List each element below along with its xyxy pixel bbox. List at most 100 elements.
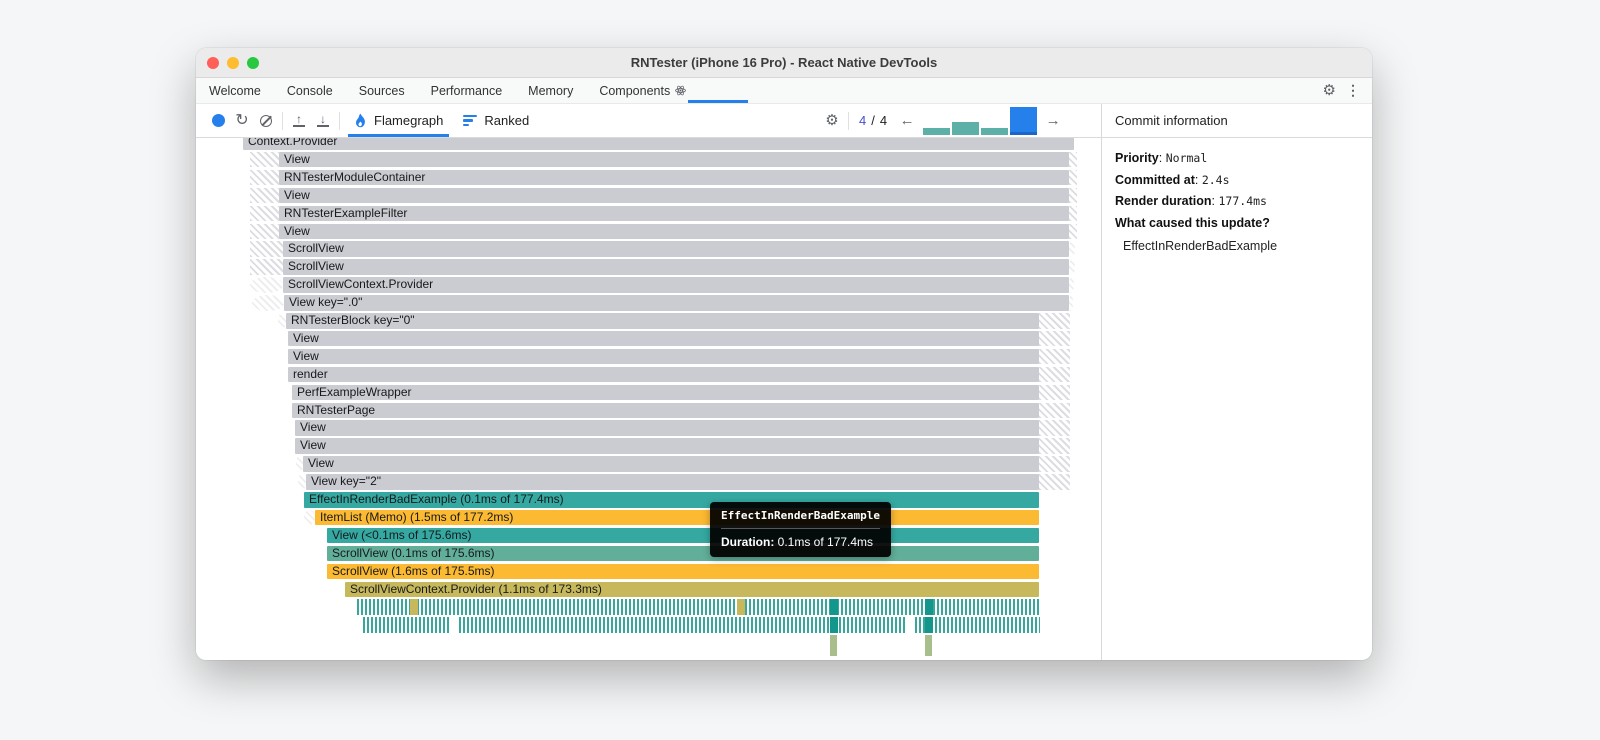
profiler-toolbar: ↻ ↑ ↓ Flamegraph Ranked ⚙ 4 / 4 ← → [196,104,1101,137]
next-commit-button[interactable]: → [1043,112,1063,129]
commit-bar-4[interactable] [1010,106,1038,135]
flamegraph-view-tab[interactable]: Flamegraph [344,104,453,137]
self-time-hatch [1069,205,1077,222]
self-time-hatch [250,151,279,168]
flamegraph-node[interactable]: View (<0.1ms of 175.6ms) [327,527,1039,544]
profiler-toolbar-row: ↻ ↑ ↓ Flamegraph Ranked ⚙ 4 / 4 ← → Comm… [196,104,1372,138]
flamegraph-node[interactable]: Context.Provider [243,138,1074,150]
flamegraph-node[interactable]: View [295,438,1039,454]
tab-components[interactable]: Components [586,78,699,103]
flamegraph-dense-row[interactable] [363,617,1040,633]
committed-at-value: 2.4s [1201,172,1230,187]
flamegraph-node[interactable] [410,599,418,615]
reload-icon: ↻ [235,111,249,129]
flamegraph-node[interactable] [905,617,913,633]
self-time-hatch [1039,474,1070,490]
flamegraph-node[interactable] [925,617,933,633]
close-button[interactable] [207,56,219,69]
self-time-hatch [250,205,279,222]
flamegraph-node[interactable]: View [279,223,1069,239]
devtools-window: RNTester (iPhone 16 Pro) - React Native … [196,48,1372,660]
flamegraph-node[interactable]: ScrollView (1.6ms of 175.5ms) [327,563,1039,580]
ranked-view-tab[interactable]: Ranked [453,104,539,137]
commit-info-header: Commit information [1101,104,1372,137]
record-button[interactable] [206,109,230,133]
toolbar-separator [848,111,849,130]
more-menu-icon[interactable]: ⋮ [1346,82,1360,99]
minimize-button[interactable] [227,56,239,69]
flamegraph-node[interactable] [737,599,745,615]
flamegraph-node[interactable]: View [279,187,1069,204]
flamegraph-node[interactable] [925,599,933,615]
flamegraph-node[interactable]: ItemList (Memo) (1.5ms of 177.2ms) [315,509,1039,526]
flamegraph-node[interactable]: RNTesterBlock key="0" [286,313,1039,329]
flamegraph-node[interactable] [830,599,838,615]
flamegraph-node[interactable]: ScrollView [283,241,1069,257]
commit-bar-1[interactable] [923,127,951,135]
flamegraph-node[interactable]: ScrollViewContext.Provider (1.1ms of 173… [345,581,1039,597]
flamegraph-node[interactable] [830,617,838,633]
render-duration-value: 177.4ms [1218,194,1267,209]
self-time-hatch [250,277,283,293]
clear-icon [260,114,272,127]
flamegraph-node[interactable] [925,635,932,657]
commit-bar-2[interactable] [952,121,980,135]
tab-memory[interactable]: Memory [515,78,586,103]
flamegraph-node[interactable]: EffectInRenderBadExample (0.1ms of 177.4… [304,492,1039,508]
tab-welcome[interactable]: Welcome [196,78,274,103]
self-time-hatch [250,259,283,275]
save-profile-button[interactable]: ↓ [311,109,335,133]
flamegraph-node[interactable] [449,617,457,633]
self-time-hatch [250,241,283,257]
flamegraph-node[interactable]: ScrollViewContext.Provider [283,277,1069,293]
flamegraph-node[interactable]: View key=".0" [284,295,1069,311]
flamegraph-node[interactable]: View [303,456,1039,472]
self-time-hatch [1069,295,1073,311]
flamegraph-node[interactable]: ScrollView (0.1ms of 175.6ms) [327,545,1039,562]
flamegraph-node[interactable]: RNTesterPage [292,402,1039,418]
toolbar-separator [282,111,283,130]
flamegraph-node[interactable]: View [288,348,1039,365]
flamegraph-dense-row[interactable] [357,599,1040,615]
flamegraph-node[interactable]: RNTesterModuleContainer [279,169,1069,186]
commit-bar-3[interactable] [981,127,1009,135]
window-title: RNTester (iPhone 16 Pro) - React Native … [630,55,938,70]
flamegraph-canvas[interactable]: Context.Provider View RNTesterModuleContai… [196,138,1101,660]
flamegraph-node[interactable]: View [279,151,1069,168]
flamegraph-node[interactable]: PerfExampleWrapper [292,384,1039,401]
self-time-hatch [1039,313,1070,329]
flamegraph-node[interactable]: View [288,330,1039,347]
self-time-hatch [296,456,303,472]
flamegraph-node[interactable] [830,635,837,657]
settings-gear-icon[interactable]: ⚙ [1323,83,1336,98]
clear-profile-button[interactable] [254,109,278,133]
flamegraph-tooltip: EffectInRenderBadExample Duration: 0.1ms… [710,502,891,557]
self-time-hatch [1039,366,1070,383]
self-time-hatch [1069,223,1077,239]
tooltip-duration-label: Duration: [721,535,775,549]
flamegraph-node[interactable]: RNTesterExampleFilter [279,205,1069,222]
self-time-hatch [1069,277,1074,293]
flamegraph-node[interactable]: View key="2" [306,474,1039,490]
titlebar: RNTester (iPhone 16 Pro) - React Native … [196,48,1372,78]
flamegraph-node[interactable]: render [288,366,1039,383]
previous-commit-button[interactable]: ← [897,112,917,129]
commit-selector[interactable] [923,106,1038,135]
content-area: Context.Provider View RNTesterModuleContai… [196,138,1372,660]
self-time-hatch [1069,259,1075,275]
tab-performance[interactable]: Performance [418,78,516,103]
tab-console[interactable]: Console [274,78,346,103]
zoom-button[interactable] [247,56,259,69]
profiler-settings-button[interactable]: ⚙ [820,109,844,133]
profiler-tab-underline[interactable] [688,100,748,103]
flamegraph-node[interactable]: View [295,420,1039,436]
self-time-hatch [1039,420,1070,436]
reload-and-profile-button[interactable]: ↻ [230,109,254,133]
flamegraph-node[interactable]: ScrollView [283,259,1069,275]
traffic-lights [207,56,259,69]
update-cause-value[interactable]: EffectInRenderBadExample [1115,239,1360,253]
record-icon [211,114,225,127]
ranked-icon [463,115,478,126]
tab-sources[interactable]: Sources [346,78,418,103]
load-profile-button[interactable]: ↑ [287,109,311,133]
